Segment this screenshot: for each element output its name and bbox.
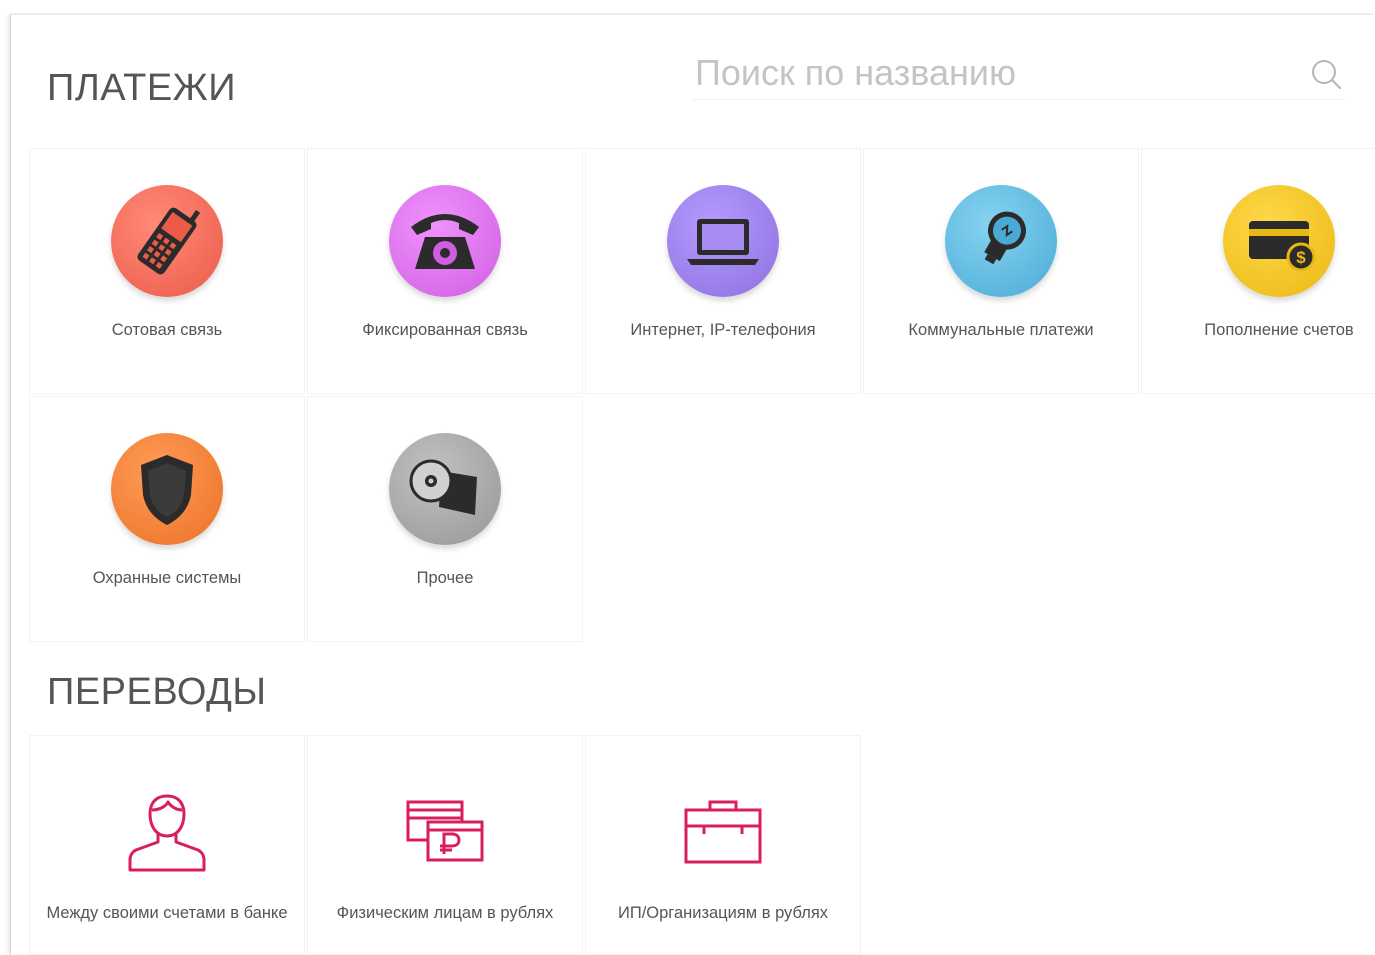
tile-label: Сотовая связь (111, 321, 223, 339)
tile-label: Коммунальные платежи (908, 321, 1094, 339)
tile-label: Интернет, IP-телефония (630, 321, 816, 339)
mobile-phone-icon (111, 185, 223, 297)
payments-title: ПЛАТЕЖИ (47, 67, 237, 109)
search-icon[interactable] (1309, 57, 1343, 91)
search-input[interactable] (693, 49, 1295, 97)
rotary-phone-icon (389, 185, 501, 297)
tile-utilities[interactable]: Коммунальные платежи (863, 148, 1139, 394)
tile-organizations[interactable]: ИП/Организациям в рублях (585, 735, 861, 955)
person-icon (128, 794, 206, 872)
tile-mobile[interactable]: Сотовая связь (29, 148, 305, 394)
tile-label: Пополнение счетов (1204, 321, 1354, 339)
tile-label: ИП/Организациям в рублях (617, 904, 829, 922)
laptop-icon (667, 185, 779, 297)
briefcase-icon (684, 800, 762, 864)
credit-card-icon: $ (1223, 185, 1335, 297)
shield-icon (111, 433, 223, 545)
disc-box-icon (389, 433, 501, 545)
tile-label: Физическим лицам в рублях (336, 904, 554, 922)
tile-security[interactable]: Охранные системы (29, 396, 305, 642)
tile-accounts[interactable]: $ Пополнение счетов (1141, 148, 1375, 394)
tile-own-accounts[interactable]: Между своими счетами в банке (29, 735, 305, 955)
tile-internet[interactable]: Интернет, IP-телефония (585, 148, 861, 394)
tile-label: Фиксированная связь (362, 321, 528, 339)
ruble-cards-icon (406, 800, 484, 862)
search-bar (693, 49, 1345, 100)
transfers-title: ПЕРЕВОДЫ (47, 671, 267, 713)
tile-label: Прочее (416, 569, 474, 587)
svg-text:$: $ (1296, 248, 1306, 267)
payments-page: ПЛАТЕЖИ Поиск по названию Сотовая связь … (10, 14, 1375, 955)
tile-fixed-phone[interactable]: Фиксированная связь (307, 148, 583, 394)
tile-other[interactable]: Прочее (307, 396, 583, 642)
tile-label: Охранные системы (92, 569, 242, 587)
light-bulb-icon (945, 185, 1057, 297)
tile-individuals[interactable]: Физическим лицам в рублях (307, 735, 583, 955)
tile-label: Между своими счетами в банке (46, 904, 288, 922)
